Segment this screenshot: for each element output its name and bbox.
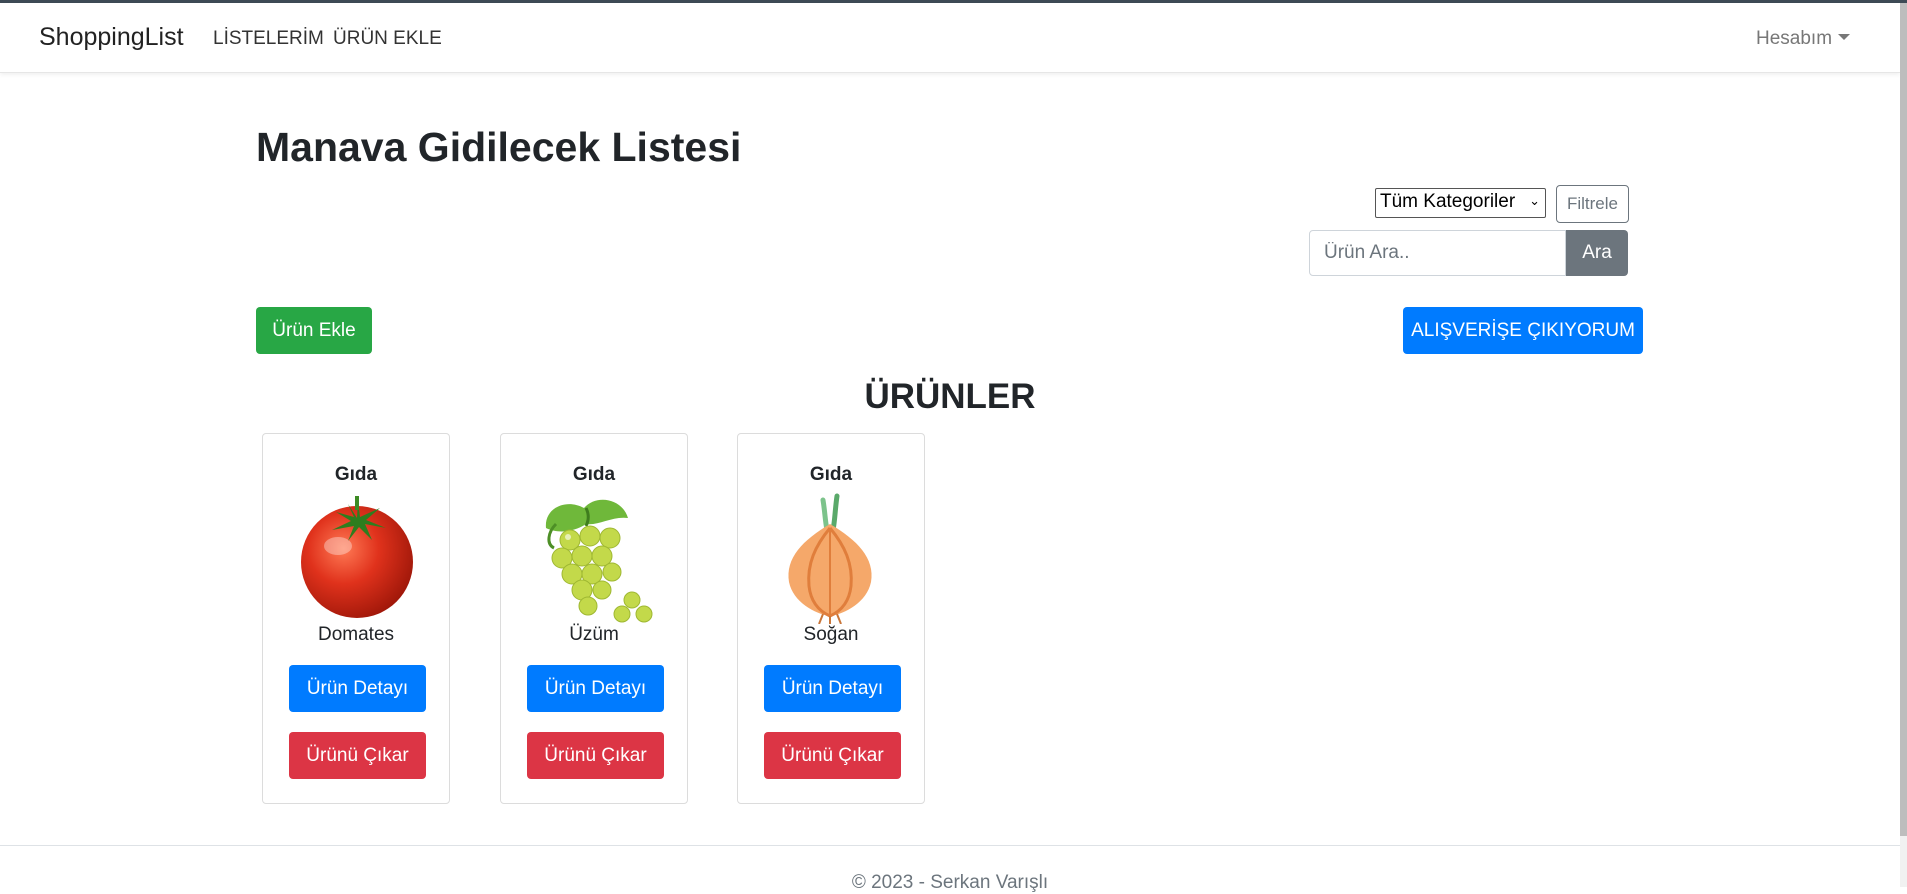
- product-card: Gıda Domates Ürün Detayı Ürünü Çıkar: [262, 433, 450, 804]
- brand-link[interactable]: ShoppingList: [39, 23, 184, 52]
- navbar: ShoppingList LİSTELERİM ÜRÜN EKLE Hesabı…: [0, 3, 1900, 73]
- remove-product-button[interactable]: Ürünü Çıkar: [289, 732, 426, 779]
- category-select[interactable]: Tüm Kategoriler ⌄: [1375, 188, 1546, 218]
- product-name: Domates: [317, 624, 395, 645]
- onion-image: [788, 493, 872, 624]
- chevron-down-icon: ⌄: [1529, 193, 1540, 208]
- footer-text: © 2023 - Serkan Varışlı: [851, 872, 1049, 893]
- filter-button[interactable]: Filtrele: [1556, 185, 1629, 223]
- caret-down-icon: [1838, 34, 1851, 40]
- product-name: Soğan: [803, 624, 859, 645]
- product-detail-button[interactable]: Ürün Detayı: [764, 665, 901, 712]
- remove-product-button[interactable]: Ürünü Çıkar: [764, 732, 901, 779]
- footer-divider: [0, 845, 1900, 846]
- product-category: Gıda: [572, 464, 616, 485]
- account-label: Hesabım: [1756, 28, 1833, 49]
- product-card: Gıda Üzüm Ürün Detayı Ürünü Çıkar: [500, 433, 688, 804]
- add-product-button[interactable]: Ürün Ekle: [256, 307, 372, 354]
- remove-product-button[interactable]: Ürünü Çıkar: [527, 732, 664, 779]
- product-card: Gıda Soğan Ürün Detayı Ürünü Çıkar: [737, 433, 925, 804]
- grapes-image: [545, 499, 653, 623]
- vertical-scrollbar[interactable]: [1900, 3, 1907, 887]
- scrollbar-thumb[interactable]: [1900, 3, 1907, 836]
- product-detail-button[interactable]: Ürün Detayı: [289, 665, 426, 712]
- account-dropdown[interactable]: Hesabım: [1756, 28, 1851, 50]
- nav-link-add-product[interactable]: ÜRÜN EKLE: [333, 28, 442, 50]
- go-shopping-button[interactable]: ALIŞVERİŞE ÇIKIYORUM: [1403, 307, 1643, 354]
- product-category: Gıda: [809, 464, 853, 485]
- search-button[interactable]: Ara: [1566, 230, 1628, 276]
- tomato-image: [301, 496, 413, 618]
- section-title: ÜRÜNLER: [864, 377, 1036, 416]
- category-select-value: Tüm Kategoriler: [1380, 191, 1516, 212]
- product-detail-button[interactable]: Ürün Detayı: [527, 665, 664, 712]
- search-input[interactable]: [1309, 230, 1566, 276]
- page-title: Manava Gidilecek Listesi: [256, 124, 742, 170]
- nav-link-lists[interactable]: LİSTELERİM: [213, 28, 324, 50]
- product-category: Gıda: [334, 464, 378, 485]
- product-name: Üzüm: [569, 624, 619, 645]
